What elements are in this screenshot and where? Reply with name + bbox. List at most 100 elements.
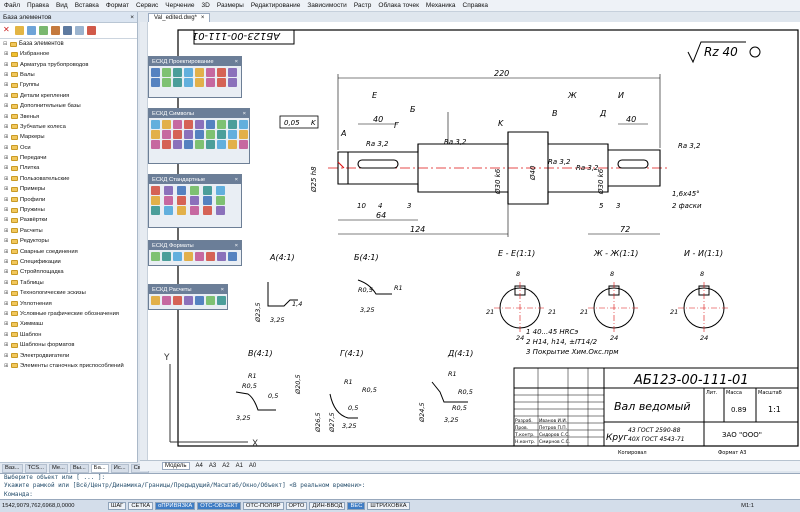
annotation-scale[interactable]: M1:1 bbox=[741, 503, 754, 509]
tool-icon[interactable] bbox=[164, 206, 173, 215]
tool-icon[interactable] bbox=[195, 120, 204, 129]
tree-item[interactable]: ⊞ Элементы станочных приспособлений bbox=[4, 361, 137, 371]
tool-icon[interactable] bbox=[151, 206, 160, 215]
tool-icon[interactable] bbox=[195, 296, 204, 305]
tree-item[interactable]: ⊞ Уплотнения bbox=[4, 298, 137, 308]
tab-ba[interactable]: Ба... bbox=[90, 464, 109, 473]
expand-icon[interactable]: ⊞ bbox=[4, 332, 9, 338]
tool-icon[interactable] bbox=[173, 140, 182, 149]
tree-item[interactable]: ⊞ Таблицы bbox=[4, 278, 137, 288]
close-icon[interactable]: × bbox=[243, 111, 246, 117]
tool-icon[interactable] bbox=[217, 78, 226, 87]
tool-icon[interactable] bbox=[162, 130, 171, 139]
refresh-icon[interactable] bbox=[39, 26, 48, 35]
expand-icon[interactable]: ⊞ bbox=[4, 134, 9, 140]
tool-icon[interactable] bbox=[239, 140, 248, 149]
tree-item[interactable]: ⊞ Сварные соединения bbox=[4, 246, 137, 256]
close-icon[interactable]: × bbox=[235, 243, 238, 249]
tab-tcs[interactable]: TCS... bbox=[24, 464, 47, 473]
expand-icon[interactable]: ⊞ bbox=[4, 103, 9, 109]
tab-me[interactable]: Ме... bbox=[48, 464, 68, 473]
expand-icon[interactable]: ⊞ bbox=[4, 165, 9, 171]
tab-base[interactable]: Ваз... bbox=[2, 464, 23, 473]
expand-icon[interactable]: ⊞ bbox=[4, 301, 9, 307]
tree-item[interactable]: ⊞ Редукторы bbox=[4, 236, 137, 246]
tool-icon[interactable] bbox=[173, 130, 182, 139]
tool-icon[interactable] bbox=[190, 206, 199, 215]
tree-item[interactable]: ⊞ Спецификации bbox=[4, 257, 137, 267]
delete-icon[interactable] bbox=[87, 26, 96, 35]
tool-icon[interactable] bbox=[151, 252, 160, 261]
vertical-scrollbar[interactable] bbox=[140, 22, 148, 460]
tool-icon[interactable] bbox=[217, 130, 226, 139]
close-icon[interactable]: × bbox=[235, 177, 238, 183]
tree-item[interactable]: ⊞ Арматура трубопроводов bbox=[4, 59, 137, 69]
tree-item[interactable]: ⊞ Стройплощадка bbox=[4, 267, 137, 277]
polar-toggle[interactable]: ОТС-ПОЛЯР bbox=[242, 502, 284, 510]
expand-icon[interactable]: ⊞ bbox=[4, 259, 9, 265]
tool-icon[interactable] bbox=[162, 252, 171, 261]
tool-icon[interactable] bbox=[216, 196, 225, 205]
tool-icon[interactable] bbox=[228, 120, 237, 129]
tool-icon[interactable] bbox=[162, 78, 171, 87]
tab-a2[interactable]: А2 bbox=[222, 463, 229, 469]
tree-item[interactable]: ⊞ Условные графические обозначения bbox=[4, 309, 137, 319]
hatch-toggle[interactable]: ШТРИХОВКА bbox=[367, 502, 410, 510]
menu-pointclouds[interactable]: Облака точек bbox=[378, 2, 419, 9]
expand-icon[interactable]: ⊞ bbox=[4, 145, 9, 151]
osnap-toggle[interactable]: оПРИВЯЗКА bbox=[155, 502, 196, 510]
tree-item[interactable]: ⊞ Избранное bbox=[4, 49, 137, 59]
tool-icon[interactable] bbox=[184, 120, 193, 129]
copy-icon[interactable] bbox=[75, 26, 84, 35]
menu-modify[interactable]: Редактирование bbox=[251, 2, 301, 9]
tool-icon[interactable] bbox=[184, 140, 193, 149]
expand-icon[interactable]: ⊞ bbox=[4, 155, 9, 161]
tool-icon[interactable] bbox=[162, 120, 171, 129]
tool-icon[interactable] bbox=[177, 196, 186, 205]
document-tab[interactable]: Val_edited.dwg* × bbox=[148, 13, 211, 22]
tool-icon[interactable] bbox=[206, 68, 215, 77]
tool-icon[interactable] bbox=[206, 140, 215, 149]
tree-item[interactable]: ⊞ Группы bbox=[4, 80, 137, 90]
tool-icon[interactable] bbox=[173, 296, 182, 305]
book-icon[interactable] bbox=[51, 26, 60, 35]
expand-icon[interactable]: ⊞ bbox=[4, 238, 9, 244]
expand-icon[interactable]: ⊞ bbox=[4, 207, 9, 213]
collapse-icon[interactable]: ⊟ bbox=[3, 41, 8, 47]
expand-icon[interactable]: ⊞ bbox=[4, 353, 9, 359]
menu-insert[interactable]: Вставка bbox=[75, 2, 99, 9]
expand-icon[interactable]: ⊞ bbox=[4, 228, 9, 234]
expand-icon[interactable]: ⊞ bbox=[4, 290, 9, 296]
tool-icon[interactable] bbox=[151, 130, 160, 139]
tool-icon[interactable] bbox=[173, 252, 182, 261]
dyn-input-toggle[interactable]: ДИН-ВВОД bbox=[309, 502, 346, 510]
tool-icon[interactable] bbox=[228, 130, 237, 139]
tool-icon[interactable] bbox=[151, 120, 160, 129]
tool-icon[interactable] bbox=[217, 68, 226, 77]
expand-icon[interactable]: ⊞ bbox=[4, 197, 9, 203]
tool-icon[interactable] bbox=[228, 140, 237, 149]
tool-icon[interactable] bbox=[195, 252, 204, 261]
tool-icon[interactable] bbox=[177, 206, 186, 215]
tree-item[interactable]: ⊞ Технологические эскизы bbox=[4, 288, 137, 298]
tool-icon[interactable] bbox=[184, 78, 193, 87]
tree-item[interactable]: ⊞ Маркеры bbox=[4, 132, 137, 142]
expand-icon[interactable]: ⊞ bbox=[4, 269, 9, 275]
snap-toggle[interactable]: ШАГ bbox=[108, 502, 127, 510]
tool-icon[interactable] bbox=[151, 296, 160, 305]
tree-item[interactable]: ⊞ Шаблоны форматов bbox=[4, 340, 137, 350]
tool-icon[interactable] bbox=[164, 186, 173, 195]
tool-icon[interactable] bbox=[216, 186, 225, 195]
expand-icon[interactable]: ⊞ bbox=[4, 186, 9, 192]
tool-icon[interactable] bbox=[195, 78, 204, 87]
tool-icon[interactable] bbox=[173, 78, 182, 87]
tool-icon[interactable] bbox=[203, 186, 212, 195]
tab-vy[interactable]: Вы... bbox=[69, 464, 89, 473]
tree-item[interactable]: ⊞ Валы bbox=[4, 70, 137, 80]
tool-icon[interactable] bbox=[184, 130, 193, 139]
tool-icon[interactable] bbox=[151, 68, 160, 77]
tool-icon[interactable] bbox=[195, 140, 204, 149]
expand-icon[interactable]: ⊞ bbox=[4, 217, 9, 223]
tool-icon[interactable] bbox=[217, 252, 226, 261]
tree-item[interactable]: ⊞ Развёртки bbox=[4, 215, 137, 225]
